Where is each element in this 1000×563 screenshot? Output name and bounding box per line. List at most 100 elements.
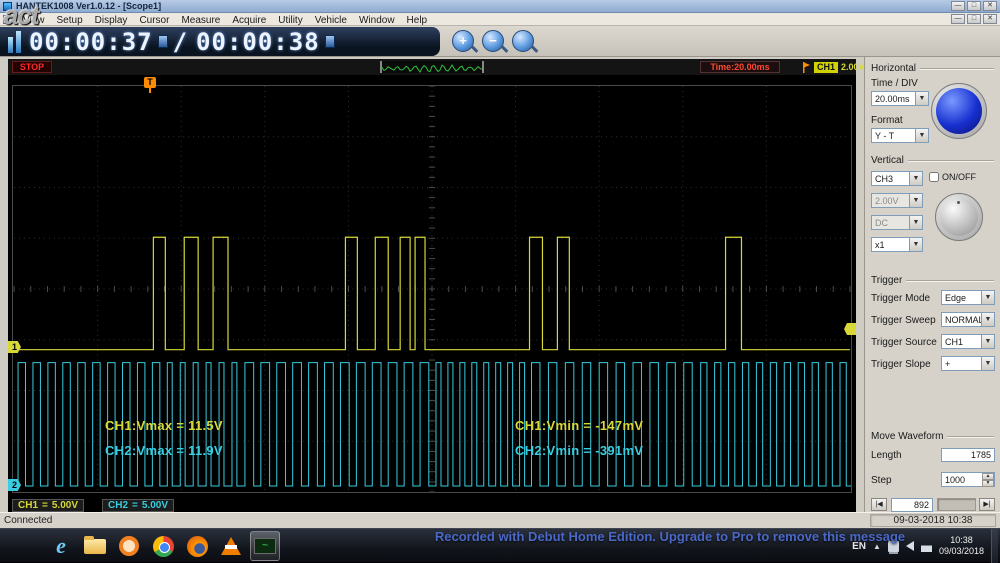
- status-bar: Connected 09-03-2018 10:38: [0, 512, 1000, 528]
- menu-vehicle[interactable]: Vehicle: [309, 15, 353, 26]
- firefox-icon[interactable]: [182, 531, 212, 561]
- step-value: 1000: [945, 475, 966, 485]
- zoom-out-icon[interactable]: −: [482, 30, 504, 52]
- probe-select[interactable]: x1 ▼: [871, 237, 923, 252]
- horizontal-knob[interactable]: [931, 83, 987, 139]
- vertical-knob[interactable]: [935, 193, 983, 241]
- channel-onoff-checkbox[interactable]: [929, 172, 939, 182]
- coupling-value: DC: [875, 217, 888, 228]
- timer-elapsed: 00:00:37: [29, 27, 153, 56]
- vlc-glyph: [221, 537, 241, 555]
- child-minimize-button[interactable]: —: [951, 14, 965, 24]
- move-last-button[interactable]: ▶|: [979, 498, 995, 511]
- minimize-button[interactable]: —: [951, 1, 965, 11]
- chevron-down-icon[interactable]: ▼: [981, 335, 994, 348]
- ch2-badge-scale: 5.00V: [141, 500, 168, 511]
- application-window: HANTEK1008 Ver1.0.12 - [Scope1] — □ ✕ Vi…: [0, 0, 1000, 563]
- trigger-slope-label: Trigger Slope: [871, 359, 931, 370]
- chevron-down-icon[interactable]: ▼: [915, 92, 928, 105]
- chevron-down-icon[interactable]: ▼: [909, 238, 922, 251]
- scope-app-icon[interactable]: ~: [250, 531, 280, 561]
- step-spinner[interactable]: 1000 ▲ ▼: [941, 472, 995, 487]
- trigger-level-readout: 2.00V: [841, 62, 865, 72]
- chevron-down-icon[interactable]: ▼: [909, 172, 922, 185]
- timebase-readout: Time:20.00ms: [700, 61, 780, 73]
- chevron-down-icon[interactable]: ▼: [981, 357, 994, 370]
- close-button[interactable]: ✕: [983, 1, 997, 11]
- menu-acquire[interactable]: Acquire: [226, 15, 272, 26]
- measurement-ch2-vmin: CH2:Vmin = -391mV: [515, 443, 644, 458]
- length-label: Length: [871, 450, 902, 461]
- timer-clock-icon: [157, 35, 168, 48]
- vertical-scale-select[interactable]: 2.00V ▼: [871, 193, 923, 208]
- timer-total: 00:00:38: [196, 27, 320, 56]
- time-div-select[interactable]: 20.00ms ▼: [871, 91, 929, 106]
- vertical-knob-face: [940, 198, 978, 236]
- chevron-down-icon[interactable]: ▼: [909, 194, 922, 207]
- channel-onoff-row: ON/OFF: [929, 172, 976, 182]
- timer-separator: /: [172, 27, 189, 56]
- menu-cursor[interactable]: Cursor: [133, 15, 175, 26]
- horizontal-section-header: Horizontal: [871, 63, 994, 74]
- horizontal-knob-face: [936, 88, 982, 134]
- position-scrollbar[interactable]: [937, 498, 976, 511]
- trigger-slope-select[interactable]: + ▼: [941, 356, 995, 371]
- trigger-source-value: CH1: [945, 336, 964, 347]
- channel-onoff-label: ON/OFF: [942, 172, 976, 182]
- format-select[interactable]: Y - T ▼: [871, 128, 929, 143]
- probe-value: x1: [875, 239, 885, 250]
- zoom-in-icon[interactable]: +: [452, 30, 474, 52]
- ie-icon[interactable]: e: [46, 531, 76, 561]
- chevron-down-icon[interactable]: ▼: [915, 129, 928, 142]
- trigger-sweep-label: Trigger Sweep: [871, 315, 936, 326]
- menu-utility[interactable]: Utility: [272, 15, 308, 26]
- ch2-badge-coupling: =: [132, 500, 138, 511]
- ch1-scale-badge: CH1 = 5.00V: [12, 499, 84, 512]
- vertical-scale-value: 2.00V: [875, 195, 899, 206]
- measurement-ch1-vmax: CH1:Vmax = 11.5V: [105, 418, 223, 433]
- menu-measure[interactable]: Measure: [175, 15, 226, 26]
- menu-help[interactable]: Help: [401, 15, 434, 26]
- chevron-down-icon[interactable]: ▼: [981, 313, 994, 326]
- media-player-icon[interactable]: [114, 531, 144, 561]
- zoom-reset-icon[interactable]: [512, 30, 534, 52]
- firefox-glyph: [186, 535, 208, 557]
- child-restore-button[interactable]: □: [967, 14, 981, 24]
- trigger-source-badge: CH1: [814, 61, 839, 73]
- folder-icon[interactable]: [80, 531, 110, 561]
- control-panel: Horizontal Time / DIV 20.00ms ▼ Format Y…: [864, 57, 1000, 512]
- trigger-position-marker[interactable]: T: [144, 77, 156, 93]
- spin-up-icon[interactable]: ▲: [982, 473, 994, 480]
- vertical-section-header: Vertical: [871, 155, 994, 166]
- preview-waveform-icon: [381, 64, 483, 73]
- trigger-mode-select[interactable]: Edge ▼: [941, 290, 995, 305]
- move-waveform-title: Move Waveform: [871, 431, 944, 442]
- chevron-down-icon[interactable]: ▼: [981, 291, 994, 304]
- vertical-channel-select[interactable]: CH3 ▼: [871, 171, 923, 186]
- trigger-source-select[interactable]: CH1 ▼: [941, 334, 995, 349]
- menu-window[interactable]: Window: [353, 15, 401, 26]
- vlc-icon[interactable]: [216, 531, 246, 561]
- trigger-readout: CH1 2.00V: [802, 61, 865, 73]
- format-value: Y - T: [875, 130, 895, 141]
- move-waveform-section-header: Move Waveform: [871, 431, 994, 442]
- media-player-glyph: [119, 536, 139, 556]
- trigger-flag-icon: [803, 61, 810, 73]
- maximize-button[interactable]: □: [967, 1, 981, 11]
- chrome-icon[interactable]: [148, 531, 178, 561]
- measurement-ch1-vmin: CH1:Vmin = -147mV: [515, 418, 644, 433]
- move-first-button[interactable]: |◀: [871, 498, 887, 511]
- scope-status-strip: STOP Time:20.00ms CH1 2.00V: [8, 59, 865, 75]
- spin-down-icon[interactable]: ▼: [982, 480, 994, 487]
- menu-display[interactable]: Display: [89, 15, 134, 26]
- menu-bar: View Setup Display Cursor Measure Acquire Util…: [0, 13, 1000, 26]
- coupling-select[interactable]: DC ▼: [871, 215, 923, 230]
- trigger-sweep-select[interactable]: NORMAL ▼: [941, 312, 995, 327]
- connection-status: Connected: [4, 515, 53, 526]
- record-timer: 00:00:37 / 00:00:38: [0, 27, 440, 56]
- chevron-down-icon[interactable]: ▼: [909, 216, 922, 229]
- scope-logo-icon: [8, 30, 21, 53]
- scope-display: T 1 2 CH1:Vmax = 11.5V CH2:Vmax = 11.9V …: [8, 75, 856, 512]
- child-close-button[interactable]: ✕: [983, 14, 997, 24]
- menu-setup[interactable]: Setup: [51, 15, 89, 26]
